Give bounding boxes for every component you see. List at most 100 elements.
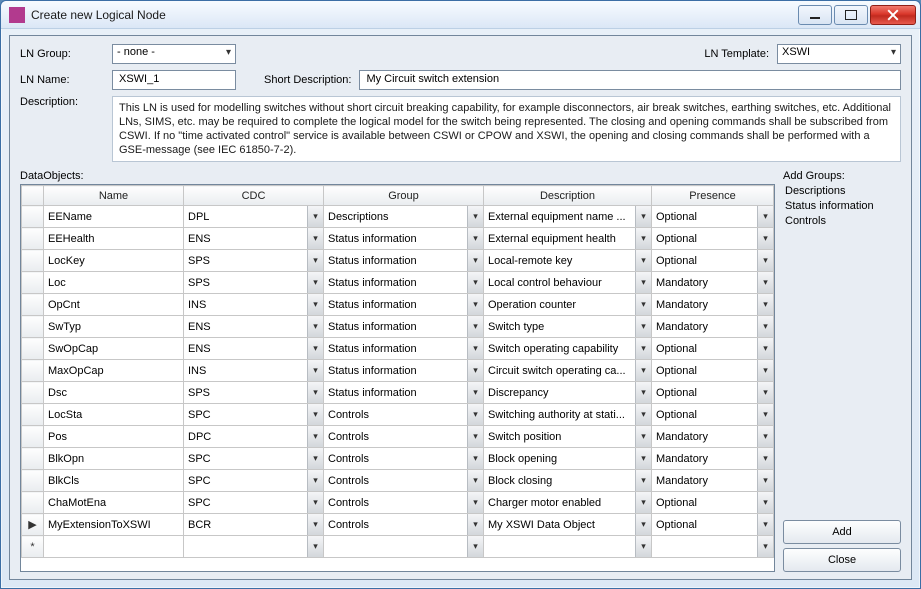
cell-group[interactable]: Status information▾ bbox=[324, 272, 483, 293]
cell-cdc[interactable]: ▾ bbox=[184, 536, 323, 557]
cell-group[interactable]: Controls▾ bbox=[324, 448, 483, 469]
cell-presence[interactable]: Optional▾ bbox=[652, 404, 773, 425]
cell-group[interactable]: Status information▾ bbox=[324, 228, 483, 249]
table-row[interactable]: SwTypENS▾Status information▾Switch type▾… bbox=[22, 316, 774, 338]
table-row[interactable]: MaxOpCapINS▾Status information▾Circuit s… bbox=[22, 360, 774, 382]
cell-desc[interactable]: Local control behaviour▾ bbox=[484, 272, 651, 293]
cell-presence[interactable]: Optional▾ bbox=[652, 338, 773, 359]
close-window-button[interactable] bbox=[870, 5, 916, 25]
cell-presence[interactable]: Optional▾ bbox=[652, 228, 773, 249]
cell-presence[interactable]: Optional▾ bbox=[652, 250, 773, 271]
col-group[interactable]: Group bbox=[324, 186, 484, 206]
list-item[interactable]: Descriptions bbox=[783, 184, 901, 199]
cell-presence[interactable]: Optional▾ bbox=[652, 206, 773, 227]
data-objects-grid[interactable]: Name CDC Group Description Presence EENa… bbox=[21, 185, 774, 558]
table-row[interactable]: OpCntINS▾Status information▾Operation co… bbox=[22, 294, 774, 316]
table-row[interactable]: ▶MyExtensionToXSWIBCR▾Controls▾My XSWI D… bbox=[22, 514, 774, 536]
cell-name[interactable]: LocSta bbox=[44, 409, 183, 421]
cell-cdc[interactable]: ENS▾ bbox=[184, 338, 323, 359]
cell-desc[interactable]: Switch type▾ bbox=[484, 316, 651, 337]
short-desc-input[interactable] bbox=[364, 72, 896, 86]
cell-name[interactable]: Loc bbox=[44, 277, 183, 289]
cell-desc[interactable]: External equipment health▾ bbox=[484, 228, 651, 249]
cell-desc[interactable]: Circuit switch operating ca...▾ bbox=[484, 360, 651, 381]
cell-presence[interactable]: Mandatory▾ bbox=[652, 272, 773, 293]
table-row[interactable]: BlkClsSPC▾Controls▾Block closing▾Mandato… bbox=[22, 470, 774, 492]
cell-cdc[interactable]: SPS▾ bbox=[184, 250, 323, 271]
cell-presence[interactable]: Mandatory▾ bbox=[652, 294, 773, 315]
cell-desc[interactable]: My XSWI Data Object▾ bbox=[484, 514, 651, 535]
cell-group[interactable]: Controls▾ bbox=[324, 470, 483, 491]
cell-desc[interactable]: External equipment name ...▾ bbox=[484, 206, 651, 227]
cell-cdc[interactable]: INS▾ bbox=[184, 294, 323, 315]
cell-name[interactable]: BlkOpn bbox=[44, 453, 183, 465]
cell-cdc[interactable]: DPL▾ bbox=[184, 206, 323, 227]
maximize-button[interactable] bbox=[834, 5, 868, 25]
cell-name[interactable]: OpCnt bbox=[44, 299, 183, 311]
cell-name[interactable]: Pos bbox=[44, 431, 183, 443]
cell-presence[interactable]: Optional▾ bbox=[652, 360, 773, 381]
cell-cdc[interactable]: ENS▾ bbox=[184, 316, 323, 337]
cell-presence[interactable]: Optional▾ bbox=[652, 492, 773, 513]
description-box[interactable]: This LN is used for modelling switches w… bbox=[112, 96, 901, 162]
cell-name[interactable]: EEHealth bbox=[44, 233, 183, 245]
add-groups-list[interactable]: DescriptionsStatus informationControls bbox=[783, 184, 901, 229]
cell-group[interactable]: Status information▾ bbox=[324, 382, 483, 403]
col-name[interactable]: Name bbox=[44, 186, 184, 206]
table-row[interactable]: LocKeySPS▾Status information▾Local-remot… bbox=[22, 250, 774, 272]
ln-group-select[interactable]: - none - bbox=[112, 44, 236, 64]
table-row[interactable]: PosDPC▾Controls▾Switch position▾Mandator… bbox=[22, 426, 774, 448]
cell-desc[interactable]: Operation counter▾ bbox=[484, 294, 651, 315]
ln-name-field[interactable] bbox=[112, 70, 236, 90]
cell-cdc[interactable]: SPS▾ bbox=[184, 272, 323, 293]
cell-name[interactable]: MyExtensionToXSWI bbox=[44, 519, 183, 531]
table-row[interactable]: SwOpCapENS▾Status information▾Switch ope… bbox=[22, 338, 774, 360]
table-row[interactable]: DscSPS▾Status information▾Discrepancy▾Op… bbox=[22, 382, 774, 404]
cell-presence[interactable]: Mandatory▾ bbox=[652, 316, 773, 337]
cell-desc[interactable]: Discrepancy▾ bbox=[484, 382, 651, 403]
list-item[interactable]: Controls bbox=[783, 214, 901, 229]
cell-desc[interactable]: Switching authority at stati...▾ bbox=[484, 404, 651, 425]
cell-cdc[interactable]: SPC▾ bbox=[184, 448, 323, 469]
cell-group[interactable]: Controls▾ bbox=[324, 514, 483, 535]
cell-group[interactable]: Status information▾ bbox=[324, 338, 483, 359]
table-row[interactable]: EEHealthENS▾Status information▾External … bbox=[22, 228, 774, 250]
cell-cdc[interactable]: SPS▾ bbox=[184, 382, 323, 403]
cell-name[interactable]: EEName bbox=[44, 211, 183, 223]
short-desc-field[interactable] bbox=[359, 70, 901, 90]
table-row[interactable]: EENameDPL▾Descriptions▾External equipmen… bbox=[22, 206, 774, 228]
cell-cdc[interactable]: SPC▾ bbox=[184, 470, 323, 491]
cell-group[interactable]: ▾ bbox=[324, 536, 483, 557]
cell-name[interactable]: ChaMotEna bbox=[44, 497, 183, 509]
minimize-button[interactable] bbox=[798, 5, 832, 25]
cell-cdc[interactable]: INS▾ bbox=[184, 360, 323, 381]
cell-desc[interactable]: Switch position▾ bbox=[484, 426, 651, 447]
cell-group[interactable]: Controls▾ bbox=[324, 404, 483, 425]
col-presence[interactable]: Presence bbox=[652, 186, 774, 206]
cell-group[interactable]: Status information▾ bbox=[324, 360, 483, 381]
cell-group[interactable]: Controls▾ bbox=[324, 426, 483, 447]
cell-desc[interactable]: Switch operating capability▾ bbox=[484, 338, 651, 359]
cell-presence[interactable]: Optional▾ bbox=[652, 382, 773, 403]
cell-desc[interactable]: ▾ bbox=[484, 536, 651, 557]
cell-desc[interactable]: Local-remote key▾ bbox=[484, 250, 651, 271]
cell-name[interactable]: LocKey bbox=[44, 255, 183, 267]
cell-cdc[interactable]: SPC▾ bbox=[184, 492, 323, 513]
ln-template-select[interactable]: XSWI bbox=[777, 44, 901, 64]
cell-cdc[interactable]: SPC▾ bbox=[184, 404, 323, 425]
ln-name-input[interactable] bbox=[117, 72, 231, 86]
col-cdc[interactable]: CDC bbox=[184, 186, 324, 206]
cell-group[interactable]: Controls▾ bbox=[324, 492, 483, 513]
table-row[interactable]: LocStaSPC▾Controls▾Switching authority a… bbox=[22, 404, 774, 426]
cell-name[interactable]: MaxOpCap bbox=[44, 365, 183, 377]
cell-name[interactable]: SwOpCap bbox=[44, 343, 183, 355]
list-item[interactable]: Status information bbox=[783, 199, 901, 214]
cell-desc[interactable]: Charger motor enabled▾ bbox=[484, 492, 651, 513]
cell-desc[interactable]: Block closing▾ bbox=[484, 470, 651, 491]
cell-cdc[interactable]: ENS▾ bbox=[184, 228, 323, 249]
close-button[interactable]: Close bbox=[783, 548, 901, 572]
cell-group[interactable]: Status information▾ bbox=[324, 316, 483, 337]
cell-name[interactable]: SwTyp bbox=[44, 321, 183, 333]
table-row[interactable]: BlkOpnSPC▾Controls▾Block opening▾Mandato… bbox=[22, 448, 774, 470]
col-desc[interactable]: Description bbox=[484, 186, 652, 206]
